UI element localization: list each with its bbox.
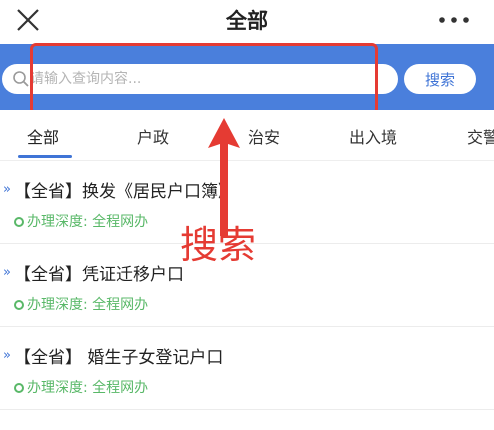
category-tabs: 全部 户政 治安 出入境 交警 (0, 110, 494, 161)
more-icon[interactable] (436, 8, 472, 32)
search-icon (13, 71, 29, 87)
nav-bar: 全部 (0, 0, 494, 44)
depth-label: 办理深度: (27, 297, 88, 313)
item-depth: 办理深度: 全程网办 (14, 211, 148, 231)
depth-value: 全程网办 (92, 214, 149, 230)
depth-value: 全程网办 (92, 297, 149, 313)
depth-dot-icon (14, 300, 24, 310)
item-depth: 办理深度: 全程网办 (14, 377, 148, 397)
tab-public-security[interactable]: 治安 (248, 124, 280, 148)
search-button[interactable]: 搜索 (404, 64, 476, 94)
depth-value: 全程网办 (92, 380, 149, 396)
double-chevron-icon: » (3, 348, 11, 363)
depth-label: 办理深度: (27, 214, 88, 230)
item-title: 【全省】换发《居民户口簿》 (14, 182, 235, 202)
list-item[interactable]: » 【全省】 婚生子女登记户口 办理深度: 全程网办 (0, 327, 494, 410)
tab-household[interactable]: 户政 (137, 124, 169, 148)
page-title: 全部 (226, 9, 268, 33)
tab-traffic[interactable]: 交警 (467, 124, 494, 148)
item-title: 【全省】 婚生子女登记户口 (14, 348, 224, 368)
tab-all[interactable]: 全部 (27, 124, 59, 148)
double-chevron-icon: » (3, 265, 11, 280)
double-chevron-icon: » (3, 182, 11, 197)
annotation-label: 搜索 (180, 223, 257, 267)
active-tab-indicator (18, 155, 72, 158)
depth-dot-icon (14, 383, 24, 393)
tab-entry-exit[interactable]: 出入境 (349, 124, 397, 148)
item-title: 【全省】凭证迁移户口 (14, 265, 184, 285)
annotation-highlight-box (30, 43, 378, 115)
depth-label: 办理深度: (27, 380, 88, 396)
depth-dot-icon (14, 217, 24, 227)
item-depth: 办理深度: 全程网办 (14, 294, 148, 314)
